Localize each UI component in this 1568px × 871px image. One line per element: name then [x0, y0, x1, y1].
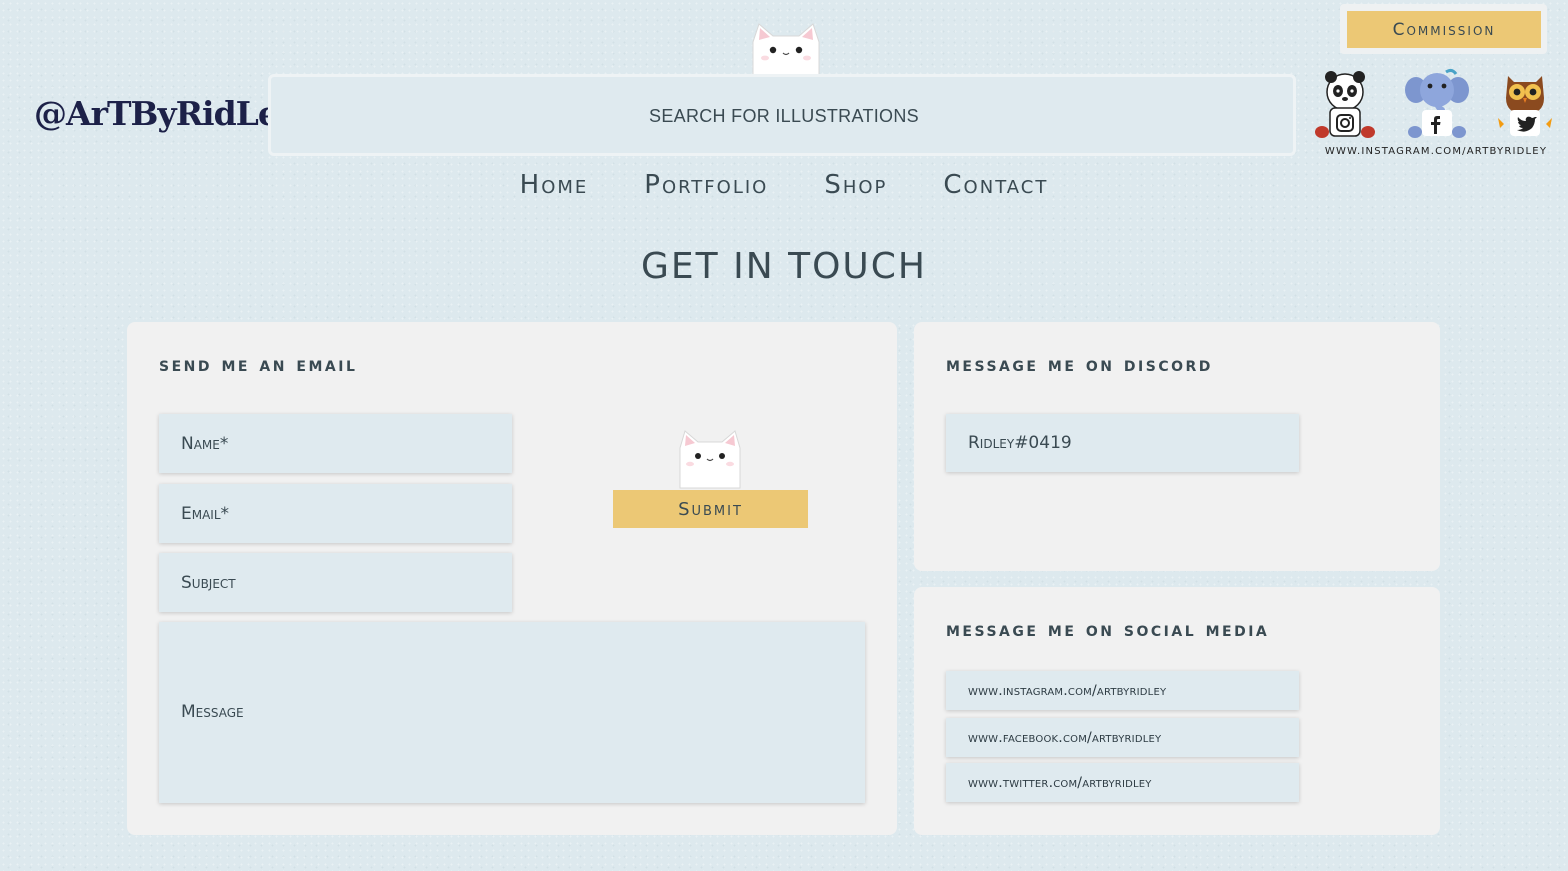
discord-card: message me on discord Ridley#0419 [914, 322, 1440, 571]
search-input[interactable] [271, 77, 1297, 155]
cat-mascot-icon [679, 430, 741, 489]
elephant-facebook-icon[interactable] [1402, 66, 1472, 140]
submit-button[interactable]: Submit [613, 490, 808, 528]
commission-container: Commission [1340, 4, 1547, 54]
email-card-title: send me an email [159, 352, 358, 376]
social-card-title: message me on social media [946, 617, 1270, 641]
message-field[interactable] [159, 622, 865, 803]
page-title: GET IN TOUCH [641, 246, 927, 287]
nav-portfolio[interactable]: Portfolio [616, 170, 796, 210]
nav-home[interactable]: Home [492, 170, 617, 210]
header-social-url[interactable]: www.instagram.com/artbyridley [1310, 146, 1562, 157]
nav-shop[interactable]: Shop [796, 170, 915, 210]
subject-field[interactable] [159, 553, 512, 612]
panda-instagram-icon[interactable] [1310, 66, 1380, 140]
nav-contact[interactable]: Contact [915, 170, 1076, 210]
search-bar [268, 74, 1297, 156]
commission-button[interactable]: Commission [1347, 11, 1541, 48]
name-field[interactable] [159, 414, 512, 473]
instagram-link[interactable]: www.instagram.com/artbyridley [946, 671, 1299, 710]
main-nav: Home Portfolio Shop Contact [0, 170, 1568, 210]
social-icons [1310, 66, 1562, 144]
owl-twitter-icon[interactable] [1490, 66, 1560, 140]
discord-handle[interactable]: Ridley#0419 [946, 414, 1299, 472]
email-card: send me an email Submit [127, 322, 897, 835]
twitter-link[interactable]: www.twitter.com/artbyridley [946, 763, 1299, 802]
social-card: message me on social media www.instagram… [914, 587, 1440, 835]
discord-card-title: message me on discord [946, 352, 1213, 376]
email-field[interactable] [159, 484, 512, 543]
facebook-link[interactable]: www.facebook.com/artbyridley [946, 718, 1299, 757]
site-logo[interactable]: @ArTByRidLey [34, 94, 297, 144]
